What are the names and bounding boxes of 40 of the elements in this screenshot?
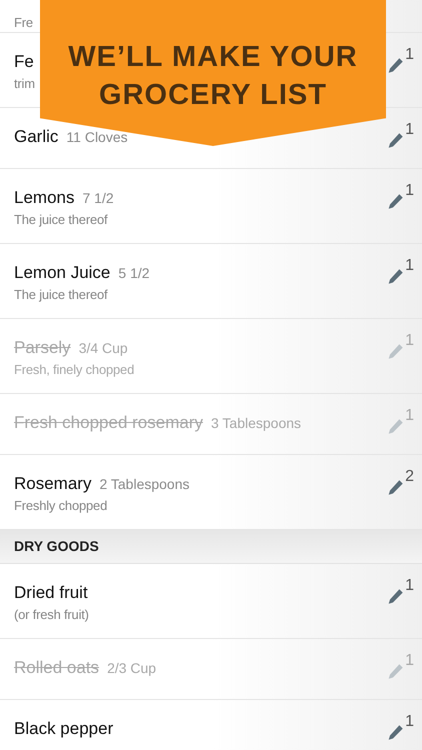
item-name[interactable]: Fe bbox=[14, 51, 34, 73]
item-count: 1 bbox=[405, 333, 414, 349]
item-name[interactable]: Lemons bbox=[14, 187, 74, 209]
item-note: (or fresh fruit) bbox=[14, 606, 90, 624]
item-note: Fresh, finely chopped bbox=[14, 361, 136, 379]
section-title: DRY GOODS bbox=[14, 537, 99, 556]
item-name[interactable]: Dried fruit bbox=[14, 582, 88, 604]
item-count: 1 bbox=[405, 47, 414, 63]
item-count: 1 bbox=[405, 714, 414, 730]
item-quantity: 2 Tablespoons bbox=[99, 475, 190, 494]
item-name[interactable]: Black pepper bbox=[14, 718, 114, 740]
item-count: 1 bbox=[405, 578, 414, 594]
item-count: 1 bbox=[405, 408, 414, 424]
item-count: 1 bbox=[405, 122, 414, 138]
item-quantity: 7 1/2 bbox=[82, 189, 114, 208]
item-quantity: 3/4 Cup bbox=[78, 339, 128, 358]
item-note: Freshly chopped bbox=[14, 497, 108, 515]
pencil-icon[interactable] bbox=[387, 193, 404, 210]
item-note: Fre bbox=[14, 14, 34, 32]
banner-heading: GROCERY LIST bbox=[99, 78, 327, 113]
item-note: trim bbox=[14, 75, 36, 93]
item-count: 1 bbox=[405, 653, 414, 669]
item-note: The juice thereof bbox=[14, 211, 109, 229]
pencil-icon[interactable] bbox=[387, 132, 404, 149]
item-name[interactable]: Lemon Juice bbox=[14, 262, 110, 284]
item-name[interactable]: Rosemary bbox=[14, 473, 92, 495]
item-count: 1 bbox=[405, 183, 414, 199]
item-note: The juice thereof bbox=[14, 286, 109, 304]
pencil-icon[interactable] bbox=[387, 479, 404, 496]
banner-heading: WE’LL MAKE YOUR bbox=[68, 40, 358, 75]
pencil-icon[interactable] bbox=[387, 588, 404, 605]
item-quantity: 3 Tablespoons bbox=[210, 414, 302, 433]
pencil-icon[interactable] bbox=[387, 724, 404, 741]
pencil-icon[interactable] bbox=[387, 57, 404, 74]
item-count: 1 bbox=[405, 258, 414, 274]
item-quantity: 5 1/2 bbox=[118, 264, 150, 283]
item-quantity: 11 Cloves bbox=[66, 128, 128, 147]
item-quantity: 2/3 Cup bbox=[107, 659, 156, 678]
pencil-icon[interactable] bbox=[387, 268, 404, 285]
item-count: 2 bbox=[405, 469, 414, 485]
